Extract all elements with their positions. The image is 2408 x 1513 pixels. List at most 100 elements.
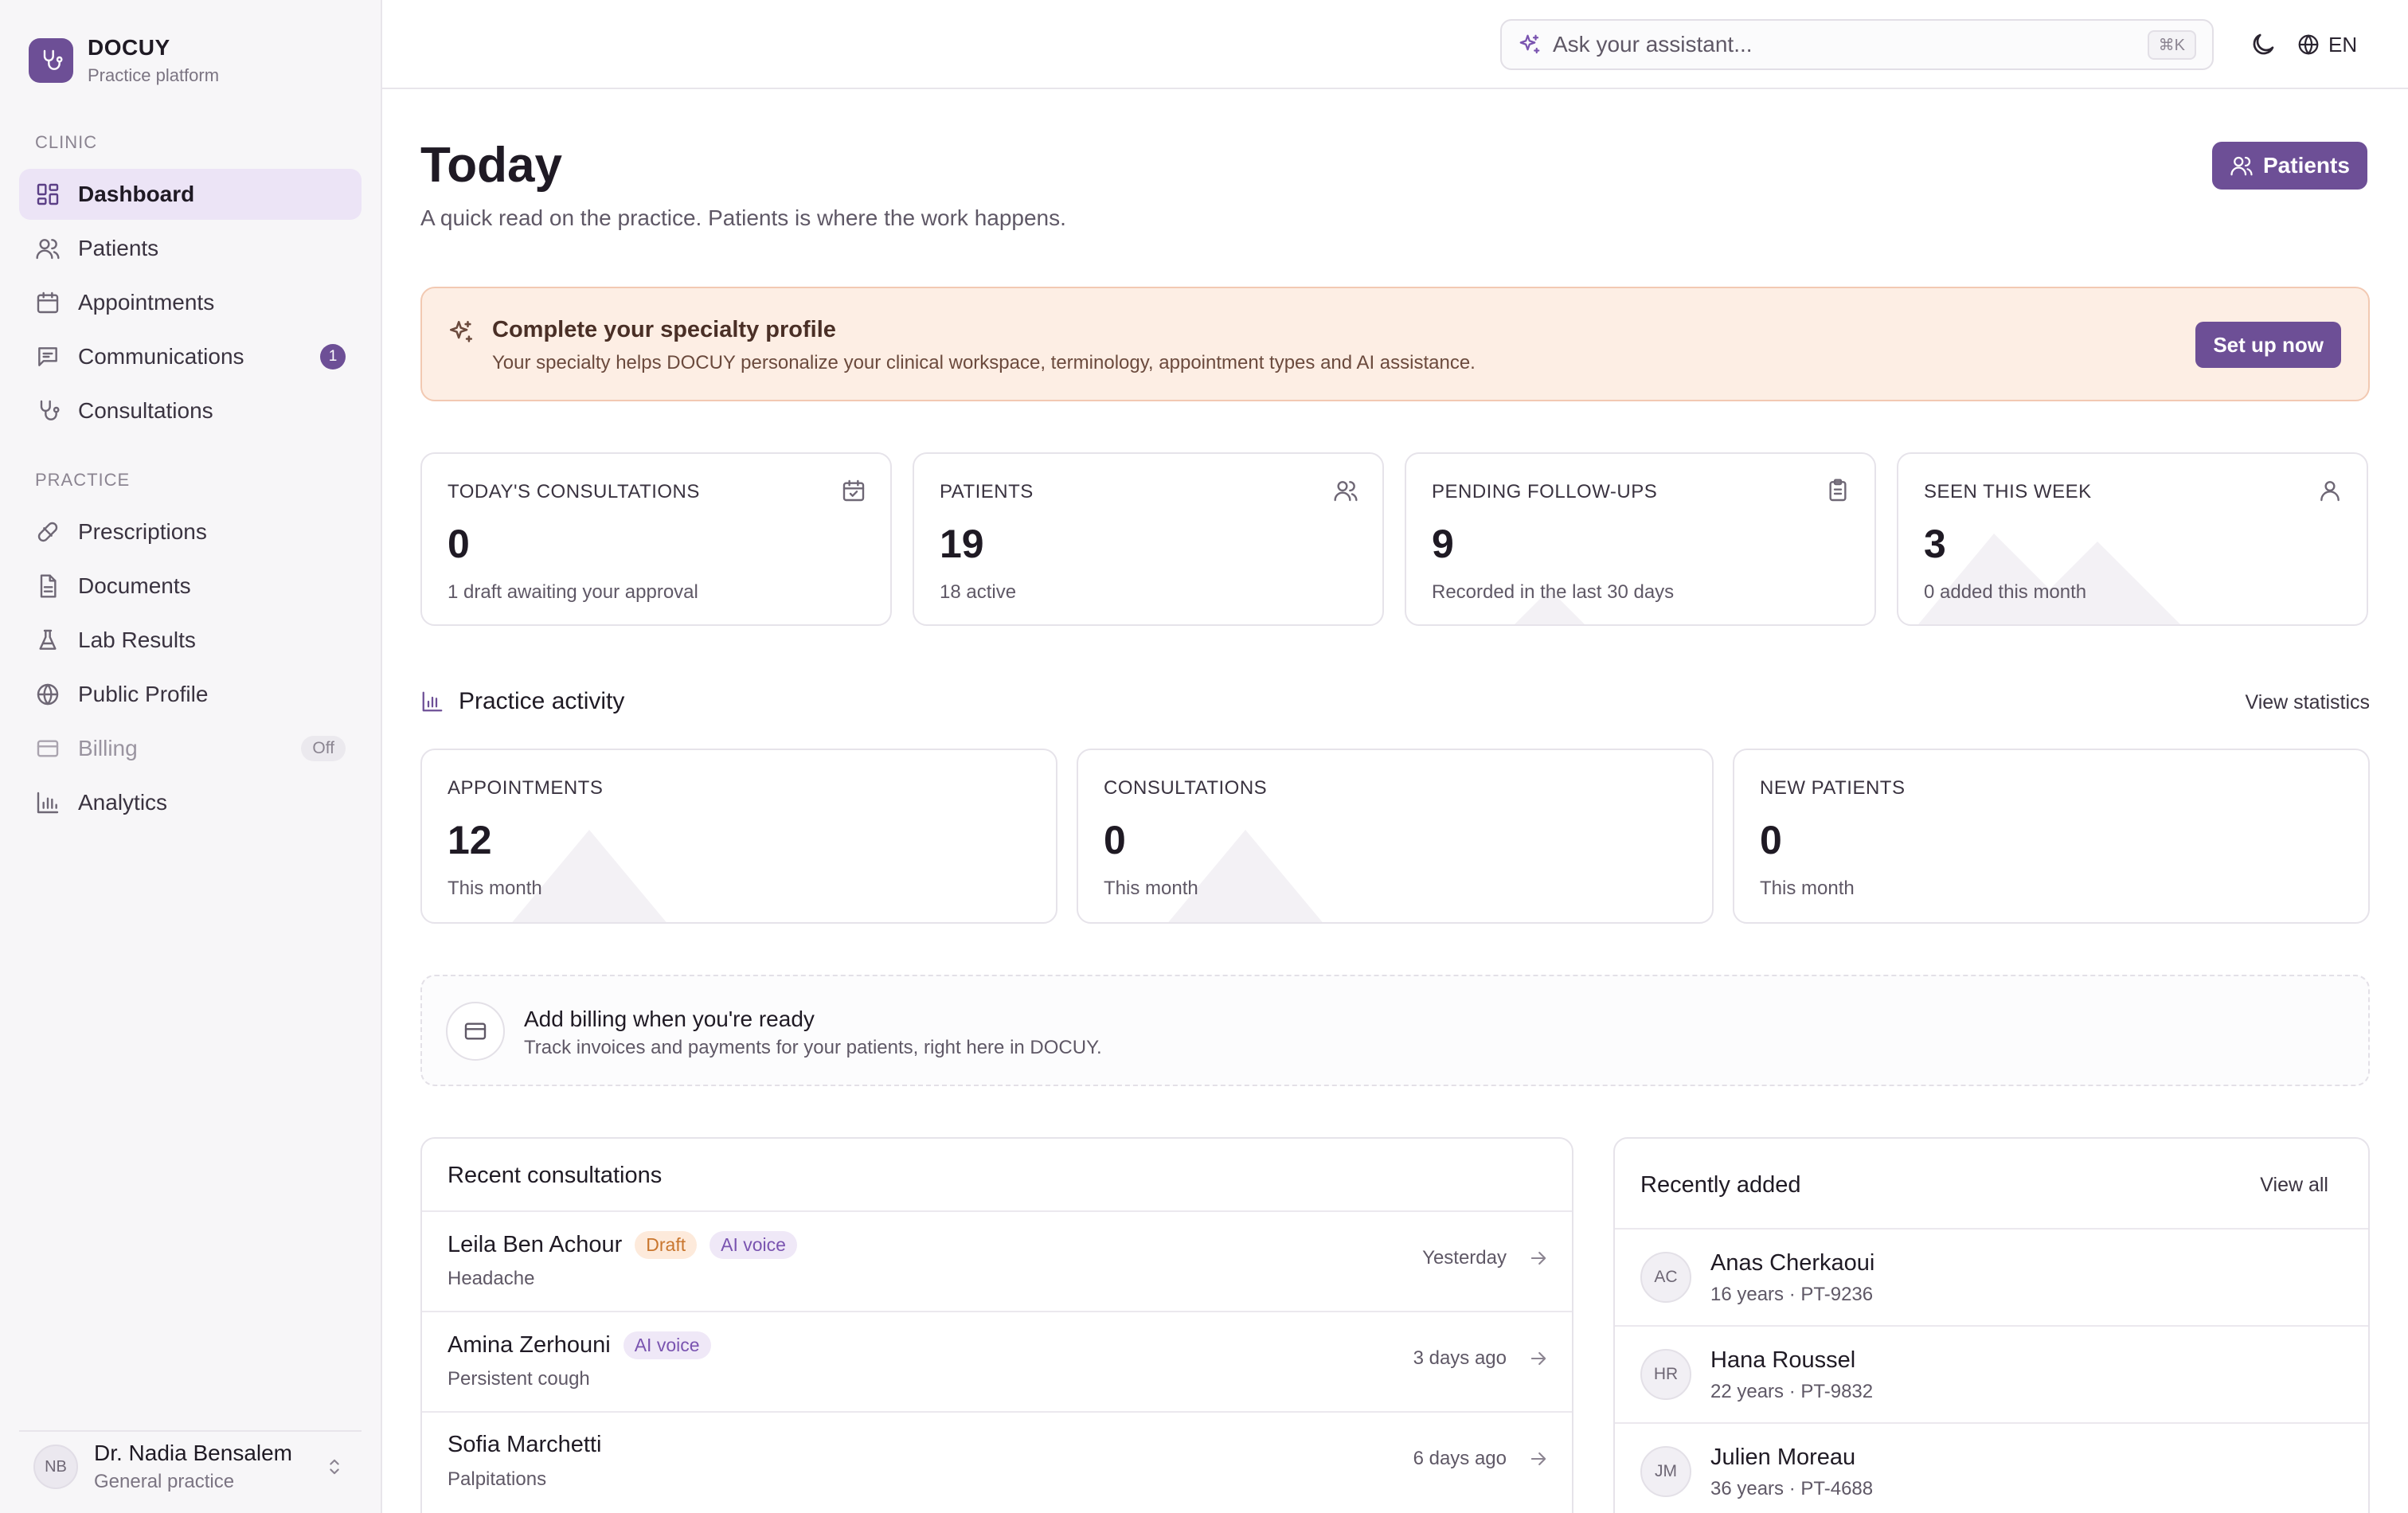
theme-toggle-button[interactable] — [2249, 30, 2277, 59]
ai-voice-badge: AI voice — [710, 1231, 797, 1259]
activity-value: 0 — [1760, 818, 1782, 862]
brand-name: DOCUY — [88, 35, 170, 60]
patients-button-label: Patients — [2263, 153, 2350, 178]
activity-value: 12 — [448, 818, 492, 862]
sparkles-icon — [1518, 33, 1542, 57]
list-item[interactable]: AC Anas Cherkaoui 16 years · PT-9236 — [1615, 1228, 2368, 1325]
language-label: EN — [2328, 32, 2358, 57]
stat-note: 0 added this month — [1924, 581, 2087, 603]
sidebar: DOCUY Practice platform CLINIC Dashboard… — [0, 0, 382, 1513]
avatar: AC — [1640, 1252, 1691, 1303]
table-row[interactable]: Sofia Marchetti Palpitations 6 days ago — [422, 1411, 1572, 1511]
sparkles-icon — [448, 319, 475, 346]
banner-title: Complete your specialty profile — [492, 317, 836, 342]
sidebar-item-consultations[interactable]: Consultations — [19, 385, 362, 436]
sidebar-item-billing[interactable]: Billing Off — [19, 723, 362, 774]
brand-subtitle: Practice platform — [88, 65, 220, 85]
users-icon — [35, 236, 61, 261]
user-role: General practice — [94, 1471, 235, 1492]
stat-label: TODAY'S CONSULTATIONS — [448, 481, 700, 502]
arrow-right-icon — [1527, 1347, 1550, 1370]
table-row[interactable]: Amina Zerhouni AI voice Persistent cough… — [422, 1311, 1572, 1411]
stat-card-patients[interactable]: PATIENTS 19 18 active — [913, 452, 1384, 626]
avatar: JM — [1640, 1446, 1691, 1497]
activity-label: CONSULTATIONS — [1104, 777, 1268, 799]
activity-card-new-patients[interactable]: NEW PATIENTS 0 This month — [1733, 749, 2370, 924]
dashboard-icon — [35, 182, 61, 207]
sidebar-item-public-profile[interactable]: Public Profile — [19, 669, 362, 720]
patient-meta: 36 years · PT-4688 — [1710, 1478, 1874, 1499]
users-icon — [2230, 154, 2254, 178]
patients-button[interactable]: Patients — [2212, 142, 2367, 190]
watermark-shape — [1918, 534, 2180, 624]
set-up-now-button[interactable]: Set up now — [2195, 322, 2341, 368]
language-button[interactable]: EN — [2297, 29, 2357, 61]
consultation-reason: Persistent cough — [448, 1368, 590, 1390]
sidebar-item-label: Prescriptions — [78, 519, 207, 544]
activity-note: This month — [1760, 878, 1855, 899]
recently-added-panel: Recently added View all AC Anas Cherkaou… — [1613, 1137, 2370, 1513]
billing-promo[interactable]: Add billing when you're ready Track invo… — [420, 975, 2370, 1086]
assistant-search[interactable]: ⌘K — [1500, 19, 2214, 70]
file-icon — [35, 573, 61, 599]
activity-card-appointments[interactable]: APPOINTMENTS 12 This month — [420, 749, 1057, 924]
sidebar-item-lab-results[interactable]: Lab Results — [19, 615, 362, 666]
brand[interactable]: DOCUY Practice platform — [29, 35, 219, 86]
pill-icon — [35, 519, 61, 545]
sidebar-item-appointments[interactable]: Appointments — [19, 277, 362, 328]
arrow-right-icon — [1527, 1247, 1550, 1269]
sidebar-item-patients[interactable]: Patients — [19, 223, 362, 274]
sidebar-item-documents[interactable]: Documents — [19, 561, 362, 612]
activity-note: This month — [1104, 878, 1198, 899]
activity-value: 0 — [1104, 818, 1126, 862]
view-statistics-link[interactable]: View statistics — [2245, 691, 2370, 714]
billing-off-badge: Off — [301, 736, 346, 761]
sidebar-item-label: Dashboard — [78, 182, 195, 206]
section-label-practice: PRACTICE — [35, 470, 131, 490]
consultation-time: 6 days ago — [1413, 1448, 1507, 1469]
user-icon — [2317, 478, 2343, 503]
table-row[interactable]: Leila Ben Achour Draft AI voice Headache… — [422, 1210, 1572, 1311]
top-bar: ⌘K EN — [382, 0, 2408, 89]
list-item[interactable]: HR Hana Roussel 22 years · PT-9832 — [1615, 1325, 2368, 1422]
stat-value: 0 — [448, 522, 470, 566]
assistant-input[interactable] — [1553, 32, 2110, 57]
practice-activity-title: Practice activity — [459, 688, 625, 714]
activity-note: This month — [448, 878, 542, 899]
avatar: HR — [1640, 1349, 1691, 1400]
bar-chart-icon — [420, 690, 444, 713]
bar-chart-icon — [35, 790, 61, 815]
sidebar-item-label: Documents — [78, 573, 191, 598]
shortcut-hint: ⌘K — [2147, 29, 2196, 60]
recent-consultations-panel: Recent consultations Leila Ben Achour Dr… — [420, 1137, 1573, 1513]
sidebar-item-communications[interactable]: Communications 1 — [19, 331, 362, 382]
sidebar-item-prescriptions[interactable]: Prescriptions — [19, 506, 362, 557]
view-all-link[interactable]: View all — [2260, 1174, 2328, 1197]
flask-icon — [35, 627, 61, 653]
calendar-check-icon — [841, 478, 866, 503]
credit-card-icon — [35, 736, 61, 761]
sidebar-item-analytics[interactable]: Analytics — [19, 777, 362, 828]
stat-card-pending-follow-ups[interactable]: PENDING FOLLOW-UPS 9 Recorded in the las… — [1405, 452, 1876, 626]
stat-label: PATIENTS — [940, 481, 1034, 502]
sidebar-item-label: Patients — [78, 236, 159, 260]
stat-card-todays-consultations[interactable]: TODAY'S CONSULTATIONS 0 1 draft awaiting… — [420, 452, 892, 626]
sidebar-item-label: Analytics — [78, 790, 168, 815]
stat-label: PENDING FOLLOW-UPS — [1432, 481, 1658, 502]
patient-name: Julien Moreau — [1710, 1445, 1856, 1470]
consultation-reason: Palpitations — [448, 1468, 547, 1490]
specialty-banner: Complete your specialty profile Your spe… — [420, 287, 2370, 401]
stat-card-seen-this-week[interactable]: SEEN THIS WEEK 3 0 added this month — [1897, 452, 2368, 626]
patient-name: Leila Ben Achour — [448, 1232, 623, 1257]
activity-card-consultations[interactable]: CONSULTATIONS 0 This month — [1077, 749, 1714, 924]
recent-consultations-title: Recent consultations — [448, 1163, 663, 1188]
sidebar-item-dashboard[interactable]: Dashboard — [19, 169, 362, 220]
sidebar-item-label: Public Profile — [78, 682, 209, 706]
user-menu[interactable]: NB Dr. Nadia Bensalem General practice — [19, 1430, 362, 1502]
arrow-right-icon — [1527, 1448, 1550, 1470]
patient-name: Hana Roussel — [1710, 1347, 1856, 1373]
moon-icon — [2249, 30, 2277, 59]
banner-text: Your specialty helps DOCUY personalize y… — [492, 352, 1476, 373]
page-subtitle: A quick read on the practice. Patients i… — [420, 205, 1066, 230]
list-item[interactable]: JM Julien Moreau 36 years · PT-4688 — [1615, 1422, 2368, 1513]
